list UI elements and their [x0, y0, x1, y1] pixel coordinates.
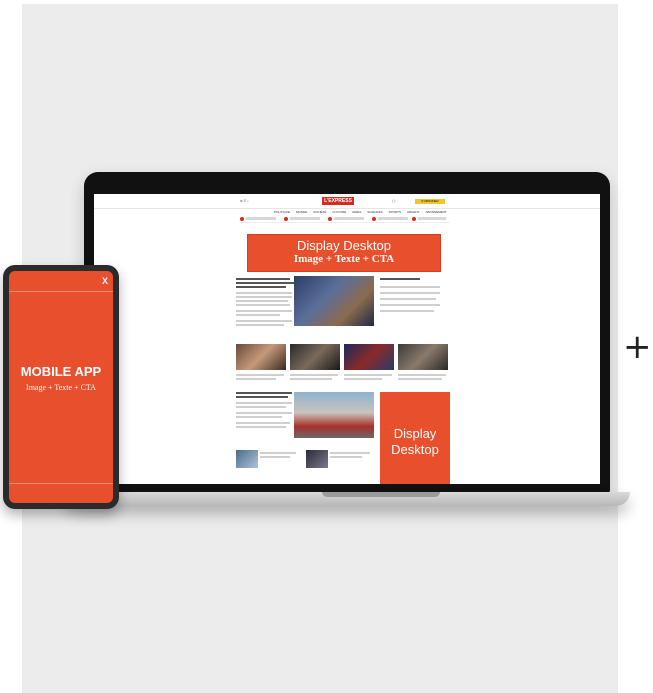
menu-item[interactable]: CULTURE [332, 210, 346, 214]
side-ad-line1: Display [393, 426, 437, 441]
menu-item[interactable]: ARGENT [407, 210, 420, 214]
display-desktop-side-ad[interactable]: Display Desktop [380, 392, 450, 484]
menu-item[interactable]: SPORTS [389, 210, 401, 214]
subscribe-button[interactable]: S'ABONNER [415, 199, 445, 204]
second-photo[interactable] [294, 392, 374, 438]
side-ad-line2: Desktop [391, 442, 439, 457]
lead-photo[interactable] [294, 276, 374, 326]
laptop-screen: ⚙ ☰ ⌕ L'EXPRESS ◯ S'ABONNER POLITIQUE MON… [94, 194, 600, 484]
divider [9, 291, 113, 292]
banner-title: Display Desktop [297, 238, 391, 253]
menu-item[interactable]: SOCIÉTÉ [313, 210, 326, 214]
mobile-app-ad[interactable]: X MOBILE APP Image + Texte + CTA [9, 271, 113, 503]
article-thumb[interactable] [236, 450, 258, 468]
smartphone: X MOBILE APP Image + Texte + CTA [3, 265, 119, 509]
divider [9, 483, 113, 484]
article-thumb[interactable] [306, 450, 328, 468]
laptop-base [64, 492, 630, 506]
menu-item[interactable]: IDÉES [352, 210, 361, 214]
mobile-ad-subtitle: Image + Texte + CTA [26, 383, 96, 392]
article-thumb[interactable] [344, 344, 394, 370]
trending-strip [240, 216, 450, 223]
plus-sign: + [623, 327, 652, 367]
mobile-ad-title: MOBILE APP [20, 364, 102, 379]
banner-subtitle: Image + Texte + CTA [293, 253, 395, 265]
display-desktop-banner[interactable]: Display Desktop Image + Texte + CTA [247, 234, 441, 272]
article-thumb[interactable] [290, 344, 340, 370]
close-icon[interactable]: X [102, 276, 108, 286]
laptop-notch [322, 492, 440, 497]
header-left-icons: ⚙ ☰ ⌕ [240, 199, 249, 203]
menu-item[interactable]: SCIENCES [367, 210, 382, 214]
article-thumb[interactable] [236, 344, 286, 370]
menu-item[interactable]: MONDE [296, 210, 307, 214]
laptop-lid: ⚙ ☰ ⌕ L'EXPRESS ◯ S'ABONNER POLITIQUE MON… [84, 172, 610, 494]
site-logo[interactable]: L'EXPRESS [322, 197, 354, 205]
main-menu: POLITIQUE MONDE SOCIÉTÉ CULTURE IDÉES SCIENCE… [274, 210, 447, 214]
login-link[interactable]: ◯ [392, 199, 395, 203]
sidebar-title [380, 278, 420, 280]
menu-item[interactable]: POLITIQUE [274, 210, 290, 214]
article-thumb[interactable] [398, 344, 448, 370]
menu-item[interactable]: ABONNEMENT [425, 210, 446, 214]
